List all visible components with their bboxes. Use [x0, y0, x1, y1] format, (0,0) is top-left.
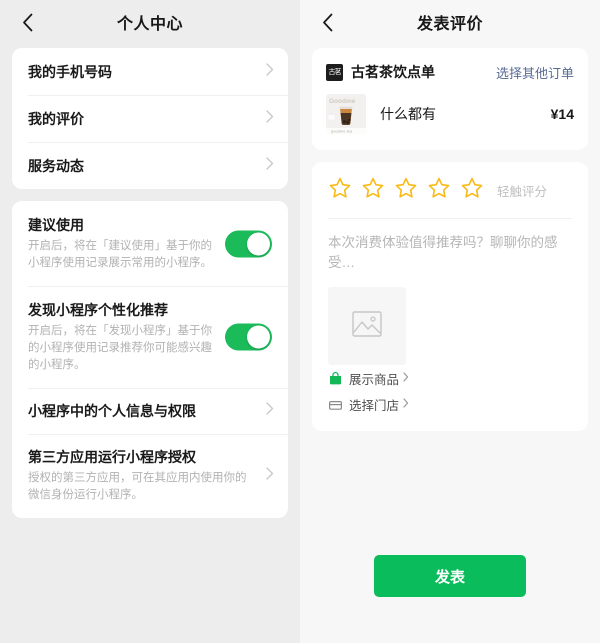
chevron-right-icon: [266, 402, 274, 420]
svg-text:Goodme: Goodme: [329, 98, 356, 105]
order-card: 古茗 古茗茶饮点单 选择其他订单 Goodme goodme tea 什么都有 …: [312, 48, 588, 150]
toggle-knob: [247, 232, 270, 255]
setting-title: 发现小程序个性化推荐: [28, 302, 168, 318]
menu-row-phone[interactable]: 我的手机号码: [12, 48, 288, 95]
menu-row-label: 我的评价: [28, 110, 84, 127]
row-divider: [28, 286, 288, 287]
right-navbar: 发表评价: [300, 0, 600, 44]
card-bottom-spacer: [312, 417, 588, 431]
settings-card: 建议使用 开启后，将在「建议使用」基于你的小程序使用记录展示常用的小程序。 发现…: [12, 201, 288, 518]
image-placeholder-icon: [352, 310, 382, 342]
product-thumbnail: Goodme goodme tea: [326, 94, 366, 134]
row-divider: [28, 142, 288, 143]
row-divider: [28, 95, 288, 96]
star-rating: 轻触评分: [312, 162, 588, 218]
shop-header: 古茗 古茗茶饮点单 选择其他订单: [326, 62, 574, 82]
back-button[interactable]: [10, 0, 44, 44]
setting-personalized-recommend: 发现小程序个性化推荐 开启后，将在「发现小程序」基于你的小程序使用记录推荐你可能…: [12, 286, 288, 388]
product-name: 什么都有: [380, 106, 436, 122]
menu-row-service-updates[interactable]: 服务动态: [12, 142, 288, 189]
order-item-row: Goodme goodme tea 什么都有 ¥14: [326, 94, 574, 134]
setting-title: 第三方应用运行小程序授权: [28, 449, 196, 465]
select-store-link[interactable]: 选择门店: [312, 391, 588, 417]
submit-area: 发表: [300, 555, 600, 597]
dual-panel-screen: 个人中心 我的手机号码 我的评价 服务动态 建议使用 开启后，将在「建议使用」基…: [0, 0, 600, 643]
chevron-left-icon: [322, 13, 333, 32]
setting-description: 开启后，将在「发现小程序」基于你的小程序使用记录推荐你可能感兴趣的小程序。: [28, 325, 212, 371]
review-text-input[interactable]: 本次消费体验值得推荐吗？聊聊你的感受…: [312, 219, 588, 277]
chevron-right-icon: [403, 395, 409, 413]
shop-name: 古茗茶饮点单: [351, 64, 435, 80]
toggle-knob: [247, 325, 270, 349]
add-image-button[interactable]: [328, 287, 406, 365]
merchant-logo-icon: 古茗: [326, 63, 343, 81]
setting-personal-info-permissions[interactable]: 小程序中的个人信息与权限: [12, 388, 288, 434]
toggle-personalized-recommend[interactable]: [225, 323, 272, 351]
image-upload-area: [312, 277, 588, 365]
menu-row-label: 服务动态: [28, 157, 84, 174]
left-navbar: 个人中心: [0, 0, 300, 44]
select-store-label: 选择门店: [349, 398, 400, 413]
change-order-link[interactable]: 选择其他订单: [496, 63, 574, 82]
menu-row-label: 我的手机号码: [28, 63, 112, 80]
chevron-right-icon: [266, 467, 274, 485]
review-card: 轻触评分 本次消费体验值得推荐吗？聊聊你的感受… 展示商品 选择门店: [312, 162, 588, 431]
setting-third-party-auth[interactable]: 第三方应用运行小程序授权 授权的第三方应用，可在其应用内使用你的微信身份运行小程…: [12, 434, 288, 518]
row-divider: [28, 388, 288, 389]
store-icon: [328, 397, 343, 412]
star-icon-4[interactable]: [427, 176, 451, 205]
personal-center-panel: 个人中心 我的手机号码 我的评价 服务动态 建议使用 开启后，将在「建议使用」基…: [0, 0, 300, 643]
page-title: 个人中心: [116, 16, 183, 33]
setting-suggested-use: 建议使用 开启后，将在「建议使用」基于你的小程序使用记录展示常用的小程序。: [12, 201, 288, 286]
product-price: ¥14: [550, 106, 574, 122]
chevron-left-icon: [22, 13, 33, 32]
chevron-right-icon: [266, 109, 274, 128]
setting-title: 小程序中的个人信息与权限: [28, 403, 196, 419]
star-icon-5[interactable]: [460, 176, 484, 205]
shopping-bag-icon: [328, 371, 343, 386]
back-button[interactable]: [310, 0, 344, 44]
publish-review-button[interactable]: 发表: [374, 555, 526, 597]
svg-text:goodme tea: goodme tea: [331, 128, 353, 133]
setting-description: 开启后，将在「建议使用」基于你的小程序使用记录展示常用的小程序。: [28, 240, 212, 269]
star-icon-1[interactable]: [328, 176, 352, 205]
chevron-right-icon: [266, 156, 274, 175]
row-divider: [28, 434, 288, 435]
show-product-label: 展示商品: [349, 372, 400, 387]
chevron-right-icon: [266, 62, 274, 81]
menu-card: 我的手机号码 我的评价 服务动态: [12, 48, 288, 189]
star-icon-2[interactable]: [361, 176, 385, 205]
setting-description: 授权的第三方应用，可在其应用内使用你的微信身份运行小程序。: [28, 472, 247, 501]
star-rating-hint: 轻触评分: [497, 185, 548, 199]
post-review-panel: 发表评价 古茗 古茗茶饮点单 选择其他订单 Goodme goodme tea …: [300, 0, 600, 643]
chevron-right-icon: [403, 369, 409, 387]
star-icon-3[interactable]: [394, 176, 418, 205]
show-product-link[interactable]: 展示商品: [312, 365, 588, 391]
menu-row-reviews[interactable]: 我的评价: [12, 95, 288, 142]
page-title: 发表评价: [416, 16, 483, 33]
setting-title: 建议使用: [28, 217, 84, 233]
toggle-suggested-use[interactable]: [225, 230, 272, 257]
